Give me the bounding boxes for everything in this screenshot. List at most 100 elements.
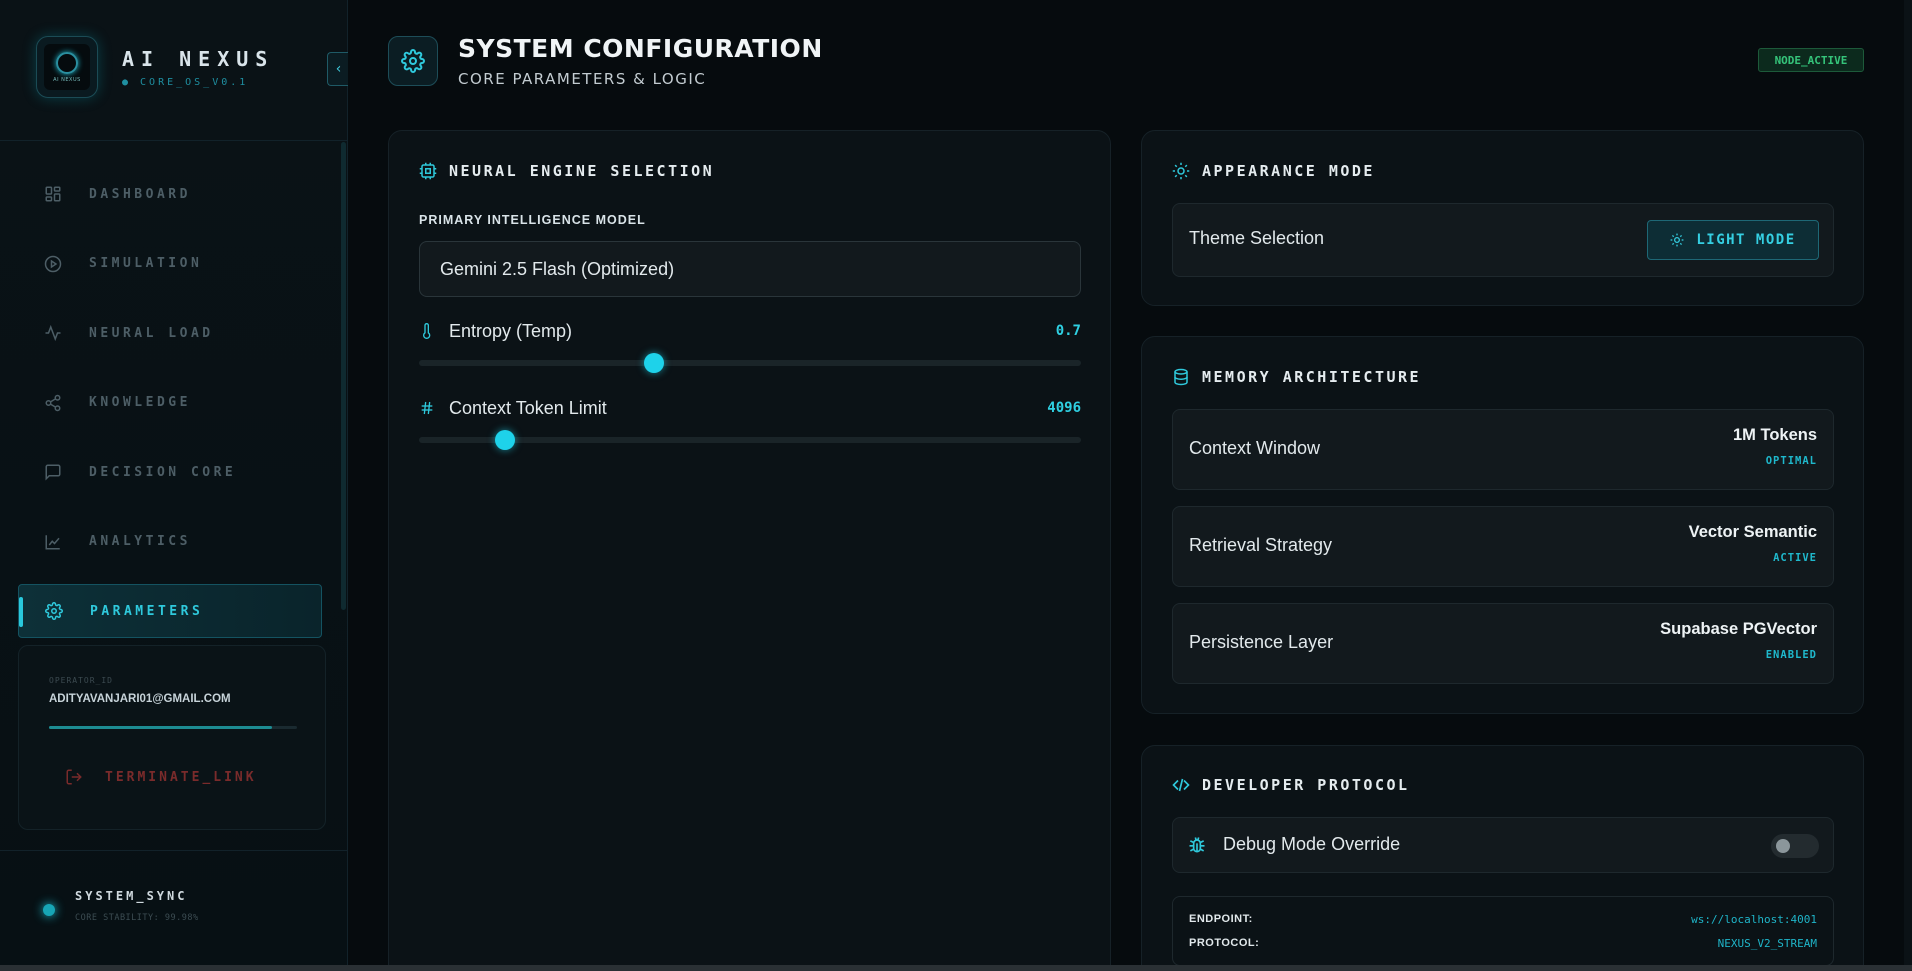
grid-icon xyxy=(45,186,61,202)
protocol-value: NEXUS_V2_STREAM xyxy=(1717,937,1817,950)
terminate-link-label: TERMINATE_LINK xyxy=(105,769,257,785)
operator-progress-fill xyxy=(49,726,273,729)
sidebar-item-decision-core[interactable]: DECISION CORE xyxy=(18,445,322,499)
memory-row-retrieval-strategy: Retrieval Strategy Vector Semantic ACTIV… xyxy=(1172,506,1834,587)
entropy-slider-thumb[interactable] xyxy=(644,353,664,373)
debug-mode-row: Debug Mode Override xyxy=(1172,817,1834,873)
hash-icon xyxy=(421,401,433,415)
card-title: APPEARANCE MODE xyxy=(1172,162,1375,180)
appearance-title: APPEARANCE MODE xyxy=(1202,162,1375,180)
sidebar: AI NEXUS AI NEXUS ● CORE_OS_V0.1 ‹ DASHB… xyxy=(0,0,349,971)
activity-icon xyxy=(45,324,61,342)
gear-icon xyxy=(45,602,63,620)
gear-icon xyxy=(401,49,425,73)
sidebar-divider xyxy=(0,140,348,141)
memory-row-context-window: Context Window 1M Tokens OPTIMAL xyxy=(1172,409,1834,490)
card-title: DEVELOPER PROTOCOL xyxy=(1172,776,1410,794)
logo-text: AI NEXUS xyxy=(53,76,81,83)
debug-mode-label: Debug Mode Override xyxy=(1223,834,1401,854)
memory-row-value: Vector Semantic xyxy=(1688,523,1817,541)
context-limit-slider[interactable] xyxy=(419,430,1081,450)
operator-progress-bar xyxy=(49,726,297,729)
protocol-label: PROTOCOL: xyxy=(1189,937,1260,949)
operator-email: ADITYAVANJARI01@GMAIL.COM xyxy=(49,693,231,705)
card-title: NEURAL ENGINE SELECTION xyxy=(419,162,714,180)
share-nodes-icon xyxy=(45,394,61,411)
collapse-sidebar-button[interactable]: ‹ xyxy=(327,52,349,86)
neural-engine-card: NEURAL ENGINE SELECTION PRIMARY INTELLIG… xyxy=(388,130,1111,971)
appearance-card: APPEARANCE MODE Theme Selection LIGHT MO… xyxy=(1141,130,1864,306)
light-mode-label: LIGHT MODE xyxy=(1696,232,1796,248)
operator-panel: OPERATOR_ID ADITYAVANJARI01@GMAIL.COM TE… xyxy=(18,645,326,830)
line-chart-icon xyxy=(45,534,60,549)
memory-architecture-card: MEMORY ARCHITECTURE Context Window 1M To… xyxy=(1141,336,1864,714)
entropy-slider-row: Entropy (Temp) 0.7 xyxy=(419,319,1081,373)
entropy-value: 0.7 xyxy=(1055,323,1081,339)
bug-icon xyxy=(1189,837,1205,853)
sync-divider xyxy=(0,850,348,851)
endpoint-label: ENDPOINT: xyxy=(1189,913,1253,925)
context-limit-value: 4096 xyxy=(1047,400,1081,416)
memory-row-value: 1M Tokens xyxy=(1732,426,1817,444)
model-select-value: Gemini 2.5 Flash (Optimized) xyxy=(440,258,675,279)
card-title: MEMORY ARCHITECTURE xyxy=(1172,368,1421,386)
thermometer-icon xyxy=(423,323,431,339)
sidebar-item-label: NEURAL LOAD xyxy=(89,325,214,341)
sidebar-item-label: SIMULATION xyxy=(89,256,203,271)
model-field-label: PRIMARY INTELLIGENCE MODEL xyxy=(419,213,646,227)
memory-row-persistence-layer: Persistence Layer Supabase PGVector ENAB… xyxy=(1172,603,1834,684)
sidebar-item-label: KNOWLEDGE xyxy=(89,395,191,410)
settings-header-icon xyxy=(388,36,438,86)
connection-info-box: ENDPOINT: ws://localhost:4001 PROTOCOL: … xyxy=(1172,896,1834,966)
developer-title: DEVELOPER PROTOCOL xyxy=(1202,776,1410,794)
developer-protocol-card: DEVELOPER PROTOCOL Debug Mode Override E… xyxy=(1141,745,1864,971)
sidebar-item-label: DECISION CORE xyxy=(89,464,237,480)
memory-row-status: OPTIMAL xyxy=(1765,455,1817,467)
sidebar-item-dashboard[interactable]: DASHBOARD xyxy=(18,167,322,221)
light-mode-button[interactable]: LIGHT MODE xyxy=(1647,220,1819,260)
debug-mode-toggle[interactable] xyxy=(1771,834,1819,858)
entropy-slider[interactable] xyxy=(419,353,1081,373)
sidebar-item-label: DASHBOARD xyxy=(89,186,191,202)
context-limit-label: Context Token Limit xyxy=(449,397,607,418)
memory-row-label: Persistence Layer xyxy=(1189,632,1334,652)
sun-icon xyxy=(1670,233,1684,247)
memory-title: MEMORY ARCHITECTURE xyxy=(1202,368,1422,386)
message-square-icon xyxy=(45,464,61,481)
entropy-label: Entropy (Temp) xyxy=(449,320,573,341)
page-subtitle: CORE PARAMETERS & LOGIC xyxy=(458,70,707,88)
status-badge: NODE_ACTIVE xyxy=(1758,48,1864,72)
sidebar-item-knowledge[interactable]: KNOWLEDGE xyxy=(18,376,322,430)
operator-label: OPERATOR_ID xyxy=(49,676,113,685)
theme-label: Theme Selection xyxy=(1189,228,1325,248)
sidebar-item-label: PARAMETERS xyxy=(90,603,204,619)
play-circle-icon xyxy=(44,255,62,272)
theme-row: Theme Selection LIGHT MODE xyxy=(1172,203,1834,277)
nexus-logo-icon: AI NEXUS xyxy=(36,36,98,98)
sun-icon xyxy=(1172,162,1190,180)
brand-subtitle: ● CORE_OS_V0.1 xyxy=(122,76,249,88)
code-icon xyxy=(1172,778,1190,792)
bottom-scrollbar[interactable] xyxy=(0,965,1912,971)
memory-row-status: ENABLED xyxy=(1765,649,1817,661)
sync-subtitle: CORE STABILITY: 99.98% xyxy=(75,913,199,923)
sync-status-dot xyxy=(43,904,55,916)
memory-row-label: Retrieval Strategy xyxy=(1189,535,1333,555)
sidebar-scrollbar[interactable] xyxy=(341,142,346,610)
brand-name: AI NEXUS xyxy=(122,46,275,71)
sidebar-item-simulation[interactable]: SIMULATION xyxy=(18,237,322,291)
sidebar-nav: DASHBOARD SIMULATION NEURAL LOAD KNOWLED… xyxy=(18,167,322,654)
sidebar-item-neural-load[interactable]: NEURAL LOAD xyxy=(18,306,322,360)
terminate-link-button[interactable]: TERMINATE_LINK xyxy=(65,768,257,786)
page-title: SYSTEM CONFIGURATION xyxy=(458,34,823,63)
neural-engine-title: NEURAL ENGINE SELECTION xyxy=(449,162,715,180)
logout-icon xyxy=(66,769,82,785)
model-select[interactable]: Gemini 2.5 Flash (Optimized) xyxy=(419,241,1081,297)
context-limit-slider-thumb[interactable] xyxy=(495,430,516,450)
brand: AI NEXUS AI NEXUS ● CORE_OS_V0.1 xyxy=(36,36,274,98)
sync-title: SYSTEM_SYNC xyxy=(75,889,188,903)
sidebar-item-parameters[interactable]: PARAMETERS xyxy=(18,584,322,638)
main-scrollbar[interactable] xyxy=(1904,0,1912,971)
sidebar-item-analytics[interactable]: ANALYTICS xyxy=(18,515,322,569)
memory-row-status: ACTIVE xyxy=(1773,552,1817,564)
